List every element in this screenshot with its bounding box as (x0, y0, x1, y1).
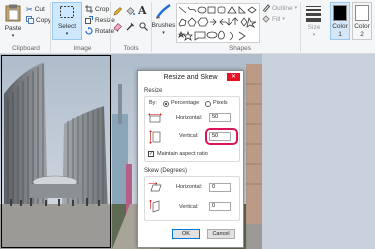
color1-swatch (333, 5, 347, 21)
brushes-label: Brushes (151, 22, 176, 29)
text-icon[interactable]: A (138, 4, 147, 17)
by-label: By: (149, 100, 157, 106)
eraser-icon[interactable] (113, 22, 122, 31)
resize-and-skew-dialog: Resize and Skew ✕ Resize By: Percentage … (137, 70, 244, 248)
chevron-down-icon[interactable]: ▾ (304, 32, 324, 38)
color1-number: 1 (338, 31, 342, 38)
scissors-icon: ✂ (26, 4, 33, 14)
shapes-gallery[interactable] (176, 3, 260, 43)
vertical-skew-icon (149, 199, 160, 213)
select-button[interactable]: Select ▾ (52, 2, 82, 40)
resize-vertical-label: Vertical: (179, 133, 199, 139)
color2-label: Color (354, 23, 370, 30)
skew-horizontal-label: Horizontal: (176, 184, 203, 190)
brush-icon (155, 4, 171, 19)
separator (110, 2, 111, 52)
size-icon (306, 6, 321, 22)
copy-label: Copy (36, 16, 52, 24)
color-picker-icon[interactable] (126, 22, 135, 31)
pixels-radio[interactable] (205, 101, 211, 107)
separator (50, 2, 51, 52)
color2-number: 2 (360, 31, 364, 38)
outline-button[interactable]: Outline ▾ (262, 3, 297, 13)
maintain-aspect-checkbox[interactable]: ✓ (148, 151, 154, 157)
skew-section-title: Skew (Degrees) (144, 168, 188, 174)
ok-button[interactable]: OK (172, 229, 200, 239)
horizontal-skew-icon (148, 182, 162, 192)
chevron-down-icon[interactable]: ▾ (295, 5, 298, 11)
close-icon[interactable]: ✕ (227, 73, 240, 81)
pencil-icon[interactable] (113, 7, 122, 16)
resize-horizontal-input[interactable]: 50 (209, 113, 231, 122)
vertical-field-highlight (205, 128, 238, 145)
size-button[interactable]: Size ▾ (304, 2, 324, 42)
separator (300, 2, 301, 52)
color1-button[interactable]: Color 1 (330, 2, 350, 40)
skew-vertical-label: Vertical: (179, 204, 199, 210)
clipboard-icon (5, 4, 21, 22)
cut-label: Cut (34, 5, 45, 13)
percentage-label[interactable]: Percentage (171, 100, 199, 106)
rotate-icon (85, 27, 93, 35)
chevron-down-icon[interactable]: ▾ (152, 30, 175, 36)
skew-vertical-input[interactable]: 0 (209, 202, 231, 211)
cancel-button[interactable]: Cancel (207, 229, 235, 239)
paste-button[interactable]: Paste ▾ (2, 2, 24, 44)
copy-button[interactable]: Copy (26, 15, 51, 25)
percentage-radio[interactable] (163, 101, 169, 107)
color2-swatch (355, 5, 369, 21)
shapes-gallery-icons (177, 6, 257, 41)
outline-label: Outline (272, 4, 293, 12)
magnifier-icon[interactable] (139, 22, 148, 31)
brushes-button[interactable]: Brushes ▾ (152, 2, 175, 42)
pixels-label[interactable]: Pixels (213, 100, 228, 106)
skew-horizontal-input[interactable]: 0 (209, 183, 231, 192)
clipboard-group-label: Clipboard (12, 45, 40, 52)
copy-icon (26, 16, 34, 24)
rotate-label: Rotate (95, 27, 115, 35)
chevron-down-icon[interactable]: ▾ (53, 31, 81, 37)
horizontal-resize-icon (148, 113, 162, 123)
fill-button[interactable]: Fill ▾ (262, 14, 285, 24)
color1-label: Color (332, 23, 348, 30)
crop-icon (85, 5, 93, 13)
tools-group-label: Tools (123, 45, 139, 52)
size-label: Size (307, 24, 321, 31)
chevron-down-icon[interactable]: ▾ (2, 33, 24, 39)
resize-icon (85, 16, 93, 24)
crop-label: Crop (95, 5, 110, 13)
vertical-resize-icon (149, 130, 161, 144)
cut-button[interactable]: ✂ Cut (26, 4, 45, 14)
ribbon: Paste ▾ ✂ Cut Copy Clipboard Select ▾ Cr… (0, 0, 375, 54)
resize-horizontal-label: Horizontal: (176, 115, 203, 121)
paste-label: Paste (4, 25, 22, 32)
selection-frame[interactable] (1, 55, 111, 248)
resize-section-title: Resize (144, 88, 163, 94)
resize-label: Resize (95, 16, 115, 24)
shapes-group-label: Shapes (228, 45, 252, 52)
maintain-aspect-label[interactable]: Maintain aspect ratio (157, 151, 208, 157)
select-label: Select (57, 23, 77, 30)
fill-bucket-icon[interactable] (126, 7, 135, 16)
fill-icon (262, 15, 270, 23)
crop-button[interactable]: Crop (85, 4, 109, 14)
image-group-label: Image (73, 45, 92, 52)
select-icon (60, 6, 74, 18)
fill-label: Fill (272, 15, 281, 23)
color2-button[interactable]: Color 2 (352, 2, 372, 40)
outline-icon (262, 4, 270, 12)
chevron-down-icon[interactable]: ▾ (282, 16, 285, 22)
